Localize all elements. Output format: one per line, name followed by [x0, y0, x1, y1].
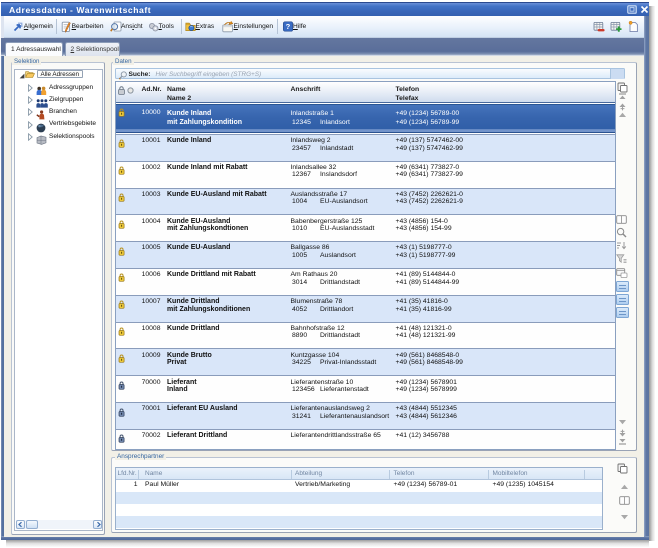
- svg-text:?: ?: [285, 22, 290, 31]
